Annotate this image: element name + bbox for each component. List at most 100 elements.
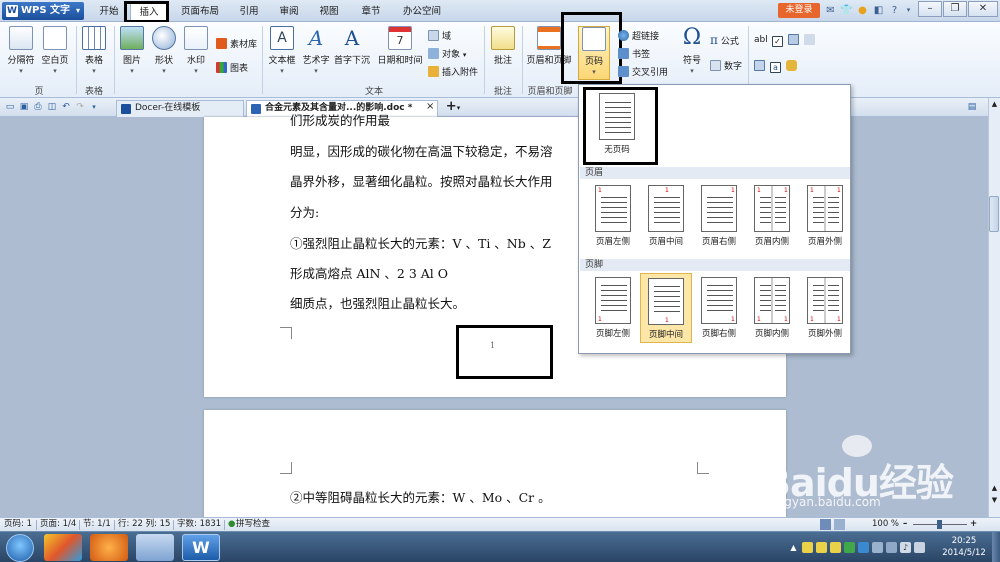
tab-home[interactable]: 开始 <box>92 3 126 22</box>
tab-references[interactable]: 引用 <box>234 3 264 22</box>
reading-mode-icon[interactable] <box>834 519 845 530</box>
status-word-count[interactable]: 字数: 1831 <box>177 518 221 531</box>
taskbar-wps-icon[interactable]: W <box>182 534 220 561</box>
tray-keyboard-icon[interactable] <box>872 542 883 553</box>
tray-network-icon[interactable] <box>886 542 897 553</box>
scrollbar-thumb[interactable] <box>989 196 999 232</box>
new-tab-icon[interactable]: +▾ <box>442 100 464 115</box>
tray-security-icon[interactable] <box>844 542 855 553</box>
header-option-5[interactable]: 1 1 页眉外侧 <box>799 181 851 251</box>
help-dropdown-icon[interactable]: ▾ <box>902 4 915 17</box>
textfield-control-button[interactable] <box>754 60 768 73</box>
picture-button[interactable]: 图片 ▾ <box>116 26 148 75</box>
feedback-icon[interactable]: ● <box>856 4 869 17</box>
view-mode-icon[interactable] <box>820 519 831 530</box>
tray-volume-icon[interactable]: ♪ <box>900 542 911 553</box>
tab-chapter[interactable]: 章节 <box>356 3 386 22</box>
taskbar-chat-icon[interactable] <box>136 534 174 561</box>
table-button[interactable]: 表格 ▾ <box>78 26 110 75</box>
tab-office-space[interactable]: 办公空间 <box>398 3 446 22</box>
zoom-slider-thumb[interactable] <box>937 520 942 529</box>
header-option-2[interactable]: 1 页眉中间 <box>640 181 692 251</box>
minimize-icon[interactable]: – <box>918 1 942 17</box>
undo-icon[interactable]: ↶ <box>60 101 72 113</box>
redo-icon[interactable]: ↷ <box>74 101 86 113</box>
listbox-control-button[interactable] <box>788 34 802 47</box>
scroll-down-page-icon[interactable]: ▼ <box>990 496 999 505</box>
shape-button[interactable]: 形状 ▾ <box>148 26 180 75</box>
zoom-level[interactable]: 100 % <box>872 518 899 531</box>
abl-field-button[interactable]: abl <box>754 34 768 46</box>
attachment-button[interactable]: 插入附件 <box>428 66 478 79</box>
header-option-3[interactable]: 1 页眉右侧 <box>693 181 745 251</box>
footer-option-3[interactable]: 1 页脚右侧 <box>693 273 745 343</box>
taskbar-app-icon[interactable] <box>44 534 82 561</box>
mail-icon[interactable]: ✉ <box>824 4 837 17</box>
scroll-up-page-icon[interactable]: ▲ <box>990 484 999 493</box>
show-desktop-button[interactable] <box>992 532 1000 562</box>
form-control-button[interactable] <box>804 34 818 47</box>
material-library-button[interactable]: 素材库 <box>216 38 257 51</box>
print-preview-icon[interactable]: ◫ <box>46 101 58 113</box>
chart-button[interactable]: 图表 <box>216 62 248 75</box>
document-page-2[interactable]: ②中等阻碍晶粒长大的元素：W 、Mo 、Cr 。 <box>204 410 786 530</box>
footer-option-5[interactable]: 1 1 页脚外侧 <box>799 273 851 343</box>
tab-docer-templates[interactable]: Docer-在线模板 <box>116 100 244 117</box>
account-icon[interactable]: ◧ <box>872 4 885 17</box>
crossref-button[interactable]: 交叉引用 <box>618 66 668 79</box>
tab-view[interactable]: 视图 <box>314 3 344 22</box>
tray-qq-icon[interactable] <box>830 542 841 553</box>
close-tab-icon[interactable]: × <box>426 101 434 113</box>
tab-review[interactable]: 审阅 <box>274 3 304 22</box>
comment-button[interactable]: 批注 <box>488 26 518 66</box>
header-option-4[interactable]: 1 1 页眉内侧 <box>746 181 798 251</box>
tab-list-icon[interactable]: ▤ <box>966 101 978 113</box>
wps-app-menu-button[interactable]: W WPS 文字 ▾ <box>2 2 84 20</box>
close-icon[interactable]: ✕ <box>968 1 998 17</box>
quick-access-dropdown-icon[interactable]: ▾ <box>88 101 100 113</box>
status-row-col: 行: 22 列: 15 <box>118 519 171 529</box>
taskbar-browser-icon[interactable] <box>90 534 128 561</box>
restore-icon[interactable]: ❐ <box>943 1 967 17</box>
checkbox-control-button[interactable]: ✓ <box>772 34 786 47</box>
zoom-in-icon[interactable]: + <box>970 518 977 531</box>
dropcap-button[interactable]: A 首字下沉 <box>334 26 370 66</box>
object-button[interactable]: 对象 ▾ <box>428 48 466 61</box>
print-icon[interactable]: ⎙ <box>32 101 44 113</box>
footer-option-1[interactable]: 1 页脚左侧 <box>587 273 639 343</box>
help-icon[interactable]: ? <box>888 4 901 17</box>
zoom-out-icon[interactable]: – <box>903 518 907 531</box>
tray-qq-icon[interactable] <box>816 542 827 553</box>
save-icon[interactable]: ▣ <box>18 101 30 113</box>
number-button[interactable]: 数字 <box>710 60 742 73</box>
skin-icon[interactable]: 👕 <box>840 4 853 17</box>
footer-option-4[interactable]: 1 1 页脚内侧 <box>746 273 798 343</box>
tray-qq-icon[interactable] <box>802 542 813 553</box>
login-button[interactable]: 未登录 <box>778 3 820 18</box>
header-option-1[interactable]: 1 页眉左侧 <box>587 181 639 251</box>
hyperlink-button[interactable]: 超链接 <box>618 30 659 43</box>
open-icon[interactable]: ▭ <box>4 101 16 113</box>
vertical-scrollbar[interactable]: ▲ ▲ ▼ <box>988 98 1000 517</box>
watermark-button[interactable]: 水印 ▾ <box>180 26 212 75</box>
symbol-button[interactable]: Ω 符号 ▾ <box>678 26 706 76</box>
lock-button[interactable] <box>786 60 800 73</box>
tray-shield-icon[interactable] <box>858 542 869 553</box>
field-button[interactable]: 域 <box>428 30 451 43</box>
formula-button[interactable]: π 公式 <box>710 34 739 48</box>
wordart-button[interactable]: A 艺术字 ▾ <box>300 26 332 75</box>
bookmark-button[interactable]: 书签 <box>618 48 650 61</box>
system-clock[interactable]: 20:25 2014/5/12 <box>938 535 990 559</box>
status-spell-check[interactable]: 拼写检查 <box>236 518 270 531</box>
datetime-button[interactable]: 7 日期和时间 <box>376 26 424 66</box>
section-break-button[interactable]: 分隔符 ▾ <box>4 26 38 75</box>
scroll-up-icon[interactable]: ▲ <box>990 100 999 109</box>
blank-page-button[interactable]: 空白页 ▾ <box>38 26 72 75</box>
tab-page-layout[interactable]: 页面布局 <box>176 3 224 22</box>
frame-control-button[interactable]: a <box>770 60 784 73</box>
tray-ime-icon[interactable] <box>914 542 925 553</box>
start-button-icon[interactable] <box>6 534 34 562</box>
textbox-button[interactable]: A 文本框 ▾ <box>266 26 298 75</box>
footer-option-2[interactable]: 1 页脚中间 <box>640 273 692 343</box>
tray-expand-icon[interactable]: ▲ <box>788 542 799 553</box>
